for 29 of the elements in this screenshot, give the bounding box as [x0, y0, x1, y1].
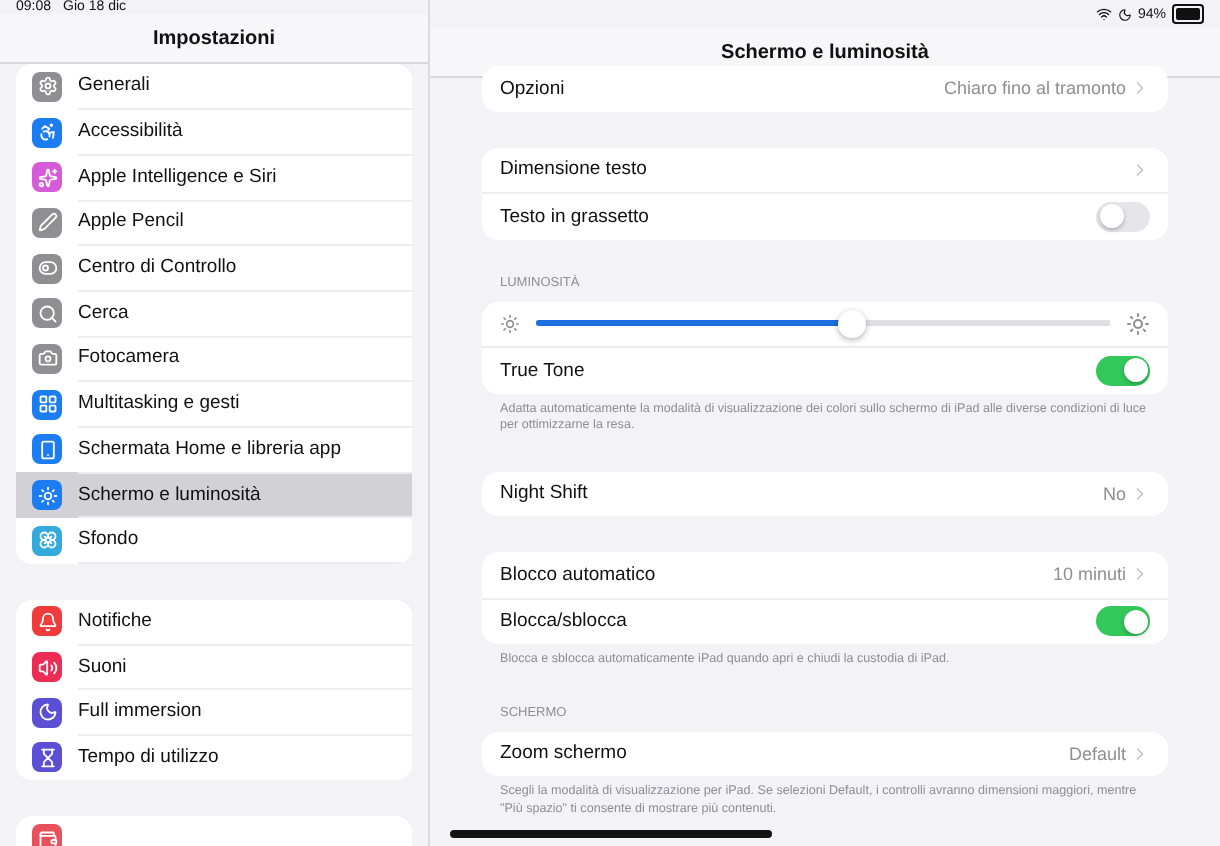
toggle-switch[interactable]: [1096, 201, 1150, 232]
row-label: Night Shift: [500, 482, 590, 505]
row-value: Chiaro fino al tramonto: [943, 78, 1126, 99]
moon-icon: [1117, 7, 1132, 21]
row-value: 10 minuti: [1052, 564, 1126, 585]
toggle-switch[interactable]: [1096, 355, 1150, 386]
settings-row[interactable]: Zoom schermo Default: [482, 731, 1168, 776]
toggle-switch[interactable]: [1096, 606, 1150, 637]
sidebar-item[interactable]: Schermo e luminosità: [16, 472, 412, 518]
sidebar-title: Impostazioni: [152, 27, 276, 49]
settings-row[interactable]: Dimensione testo: [482, 147, 1168, 192]
row-label: Dimensione testo: [500, 158, 649, 181]
settings-row[interactable]: Night Shift No: [482, 471, 1168, 516]
row-value: No: [1102, 483, 1126, 504]
row-label: True Tone: [500, 359, 587, 382]
sun-icon: [1126, 311, 1150, 336]
settings-row[interactable]: Opzioni Chiaro fino al tramonto: [482, 66, 1168, 111]
row-value: Default: [1068, 743, 1126, 764]
row-label: Zoom schermo: [500, 742, 629, 765]
row-label: Blocco automatico: [500, 563, 658, 586]
sun-icon: [500, 313, 520, 334]
slider-thumb[interactable]: [837, 309, 866, 338]
row-label: Blocca/sblocca: [500, 610, 629, 633]
battery-icon: [1172, 4, 1204, 24]
row-label: Opzioni: [500, 77, 567, 100]
wifi-icon: [1095, 6, 1112, 22]
settings-row[interactable]: Blocco automatico 10 minuti: [482, 552, 1168, 597]
detail-title: Schermo e luminosità: [721, 41, 929, 63]
row-label: Testo in grassetto: [500, 205, 651, 228]
